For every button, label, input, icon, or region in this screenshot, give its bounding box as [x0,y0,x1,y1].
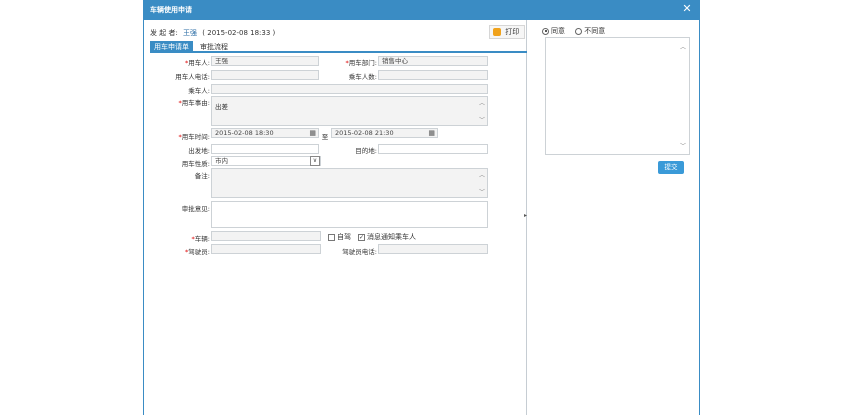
approval-panel: 同意 不同意 ︿ ﹀ 提交 [528,20,699,415]
close-icon[interactable]: ✕ [675,0,699,20]
scroll-down-icon[interactable]: ﹀ [479,115,485,124]
passenger-field[interactable] [211,84,488,94]
calendar-icon[interactable]: ▦ [309,129,316,137]
checkbox-icon [328,233,335,241]
request-form-panel: 发 起 者: 王强 ( 2015-02-08 18:33 ) 打印 用车申请单 … [144,20,527,415]
passenger-count-field[interactable] [378,70,488,80]
origin-field[interactable] [211,144,319,154]
tab-request-form[interactable]: 用车申请单 [150,41,193,53]
radio-icon [575,27,583,35]
approval-textarea[interactable] [211,201,488,228]
notify-passenger-checkbox[interactable]: ✓ 消息通知乘车人 [358,232,416,242]
driver-phone-field[interactable] [378,244,488,254]
passenger-label: 乘车人: [188,87,210,95]
scroll-up-icon[interactable]: ︿ [479,170,485,179]
vehicle-field[interactable] [211,231,321,241]
reason-textarea[interactable]: 出差 ︿ ﹀ [211,96,488,126]
start-time-field[interactable]: 2015-02-08 18:30 ▦ [211,128,319,138]
nature-label: 用车性质: [181,160,210,168]
scroll-up-icon[interactable]: ︿ [479,98,485,107]
decision-radio-group: 同意 不同意 [542,26,605,36]
user-label: *用车人: [185,59,210,67]
reason-text: 出差 [215,103,228,111]
dialog-title: 车辆使用申请 [144,0,699,20]
sender-label: 发 起 者: [150,29,178,37]
driver-field[interactable] [211,244,321,254]
passenger-count-label: 乘车人数: [348,73,377,81]
driver-phone-label: 驾驶员电话: [342,248,377,256]
driver-label: *驾驶员: [185,248,210,256]
print-label: 打印 [505,28,520,36]
self-drive-checkbox[interactable]: 自驾 [328,232,351,242]
reason-label: *用车事由: [178,99,210,107]
collapse-handle-icon[interactable]: ▸ [524,212,527,219]
dept-field[interactable]: 销售中心 [378,56,488,66]
phone-field[interactable] [211,70,319,80]
sender-info: 发 起 者: 王强 ( 2015-02-08 18:33 ) [150,28,275,38]
remark-textarea[interactable]: ︿ ﹀ [211,168,488,198]
vehicle-request-dialog: 车辆使用申请 ✕ 发 起 者: 王强 ( 2015-02-08 18:33 ) … [143,0,700,415]
dept-label: *用车部门: [345,59,377,67]
opinion-textarea[interactable]: ︿ ﹀ [545,37,690,155]
end-time-field[interactable]: 2015-02-08 21:30 ▦ [331,128,438,138]
time-label: *用车时间: [178,133,210,141]
phone-label: 用车人电话: [175,73,210,81]
submit-button[interactable]: 提交 [658,161,684,174]
destination-field[interactable] [378,144,488,154]
sender-time: ( 2015-02-08 18:33 ) [202,29,276,37]
nature-select[interactable]: 市内 ∨ [211,156,321,166]
destination-label: 目的地: [355,147,377,155]
disagree-radio[interactable]: 不同意 [575,27,605,35]
radio-selected-icon [542,27,549,35]
scroll-down-icon[interactable]: ﹀ [680,141,686,150]
origin-label: 出发地: [188,147,210,155]
tab-bar: 用车申请单 审批流程 [150,41,527,53]
time-to-label: 至 [321,133,329,141]
user-field[interactable]: 王强 [211,56,319,66]
remark-label: 备注: [194,172,210,180]
printer-icon [493,28,501,36]
calendar-icon[interactable]: ▦ [428,129,435,137]
vehicle-label: *车辆: [191,235,210,243]
checkbox-checked-icon: ✓ [358,233,365,241]
agree-radio[interactable]: 同意 [542,27,565,35]
tab-approval-flow[interactable]: 审批流程 [196,41,232,53]
print-button[interactable]: 打印 [489,25,525,39]
chevron-down-icon[interactable]: ∨ [310,156,320,166]
approval-label: 审批意见: [181,205,210,213]
scroll-up-icon[interactable]: ︿ [680,42,686,51]
scroll-down-icon[interactable]: ﹀ [479,187,485,196]
sender-name[interactable]: 王强 [183,29,197,37]
